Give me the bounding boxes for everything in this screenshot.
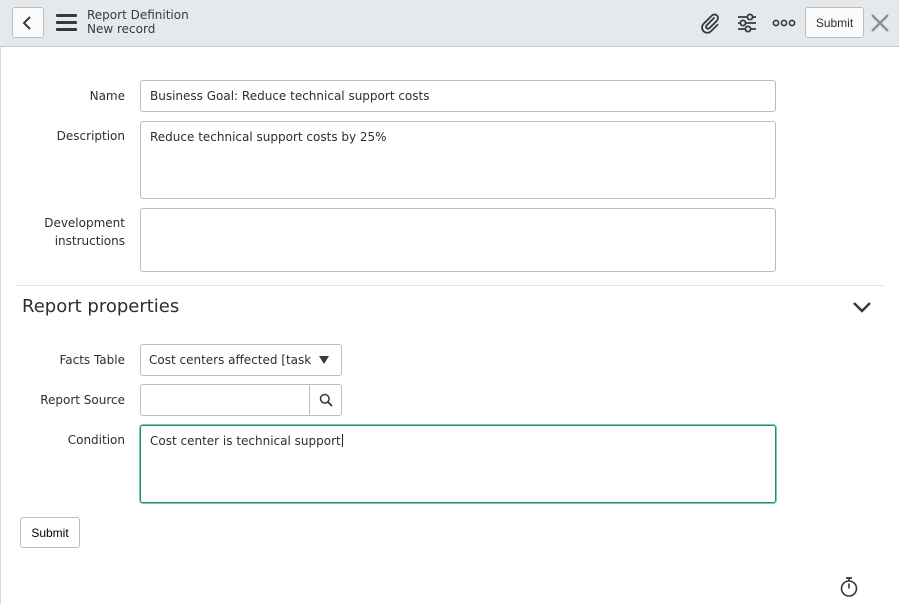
dev-instructions-textarea[interactable]	[140, 208, 776, 272]
name-label: Name	[89, 89, 125, 103]
more-icon	[772, 19, 796, 27]
back-button[interactable]	[12, 7, 44, 38]
description-label: Description	[56, 129, 125, 143]
left-border	[0, 47, 1, 604]
facts-table-value: Cost centers affected [task_...	[149, 353, 311, 367]
facts-table-select[interactable]: Cost centers affected [task_...	[140, 344, 342, 376]
close-icon	[871, 14, 889, 32]
page-title: Report Definition	[87, 8, 189, 22]
form-header: Report Definition New record Submit	[0, 0, 899, 47]
report-source-lookup-button[interactable]	[309, 384, 342, 416]
description-textarea[interactable]: Reduce technical support costs by 25%	[140, 121, 776, 199]
stopwatch-icon	[840, 577, 858, 597]
report-source-label: Report Source	[40, 393, 125, 407]
sliders-icon	[738, 13, 756, 33]
close-button[interactable]	[869, 11, 891, 35]
response-time-button[interactable]	[838, 576, 860, 598]
dev-instructions-label-line2: instructions	[54, 234, 125, 248]
header-title-block: Report Definition New record	[87, 8, 189, 36]
section-divider	[16, 285, 884, 286]
report-source-input[interactable]	[140, 384, 310, 416]
submit-button[interactable]: Submit	[20, 517, 80, 548]
menu-icon[interactable]	[56, 14, 77, 31]
page-subtitle: New record	[87, 22, 156, 36]
section-toggle[interactable]	[850, 297, 874, 317]
attachment-button[interactable]	[697, 10, 723, 36]
dev-instructions-label: Development instructions	[20, 214, 125, 250]
condition-textarea[interactable]: Cost center is technical support	[140, 425, 776, 503]
back-icon	[22, 15, 31, 30]
search-icon	[319, 393, 333, 407]
name-input[interactable]: Business Goal: Reduce technical support …	[140, 80, 776, 112]
dev-instructions-label-line1: Development	[44, 216, 125, 230]
dropdown-caret-icon	[319, 356, 329, 364]
facts-table-label: Facts Table	[59, 353, 125, 367]
header-submit-button[interactable]: Submit	[805, 7, 864, 38]
text-cursor	[341, 434, 343, 447]
paperclip-icon	[701, 13, 719, 34]
more-options-button[interactable]	[771, 10, 797, 36]
condition-label: Condition	[67, 433, 125, 447]
personalize-button[interactable]	[734, 10, 760, 36]
condition-value: Cost center is technical support	[150, 434, 341, 448]
section-title: Report properties	[22, 296, 180, 317]
chevron-down-icon	[853, 302, 871, 313]
